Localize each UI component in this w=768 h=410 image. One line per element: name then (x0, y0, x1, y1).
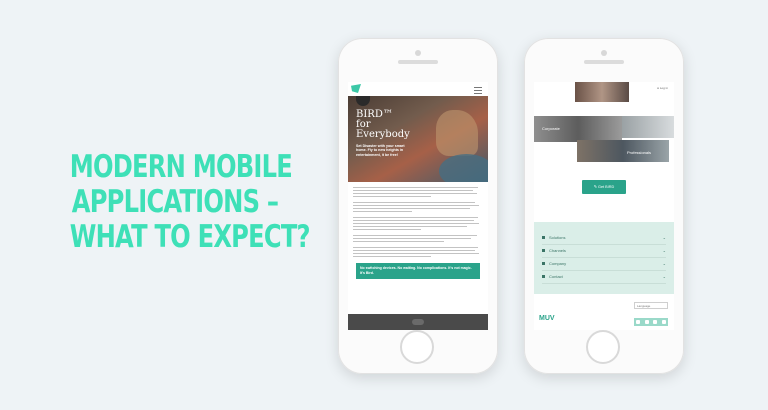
menu-item-contact[interactable]: Contact ⌄ (542, 271, 666, 284)
menu-label: Solutions (549, 235, 566, 240)
speaker-grille (398, 60, 438, 64)
collage-tile[interactable] (575, 82, 629, 102)
menu-bullet-icon (542, 262, 545, 265)
hamburger-menu-icon[interactable] (474, 87, 482, 94)
text-line (353, 229, 421, 230)
menu-bullet-icon (542, 249, 545, 252)
site-footer: Language MUV (534, 294, 674, 330)
text-line (353, 193, 477, 194)
camera-icon (415, 50, 421, 56)
text-line (353, 250, 476, 251)
article-body (348, 182, 488, 257)
get-bird-button[interactable]: ✎ Get BIRD (582, 180, 626, 194)
chevron-down-icon: ⌄ (662, 248, 666, 253)
headline-line-3: what to expect? (69, 219, 311, 255)
collage-tile[interactable] (622, 116, 674, 138)
language-input[interactable]: Language (634, 302, 668, 309)
logo-icon[interactable] (351, 84, 361, 93)
hero-title: BIRD™ for Everybody (356, 110, 426, 140)
account-label: Log in (659, 86, 668, 90)
twitter-icon[interactable] (644, 320, 649, 324)
text-line (353, 247, 478, 248)
hero-title-line-3: Everybody (356, 129, 410, 140)
text-line (353, 253, 480, 254)
chevron-down-icon: ⌄ (662, 235, 666, 240)
text-line (353, 202, 476, 203)
menu-item-channels[interactable]: Channels ⌄ (542, 245, 666, 258)
footer-menu: Solutions ⌄ Channels ⌄ Company ⌄ Contact… (534, 222, 674, 294)
headline: Modern mobile applications – what to exp… (69, 149, 311, 255)
text-line (353, 235, 477, 236)
site-footer-bar (348, 314, 488, 330)
menu-item-company[interactable]: Company ⌄ (542, 258, 666, 271)
lamp-image (356, 96, 370, 106)
linkedin-icon[interactable] (653, 320, 658, 324)
footer-logo (412, 319, 424, 325)
hero-photo-figure-2 (439, 154, 488, 182)
hero-photo-figure (436, 110, 478, 156)
text-line (353, 187, 478, 188)
social-links (634, 318, 668, 326)
menu-item-solutions[interactable]: Solutions ⌄ (542, 232, 666, 245)
brand-logo[interactable]: MUV (539, 315, 555, 322)
camera-icon (601, 50, 607, 56)
right-phone-mockup: ● Log in Corporate Professionals ✎ Get B… (524, 38, 684, 374)
menu-label: Channels (549, 248, 566, 253)
facebook-icon[interactable] (636, 320, 641, 324)
tile-label-professionals: Professionals (627, 150, 652, 155)
text-line (353, 196, 431, 197)
text-line (353, 226, 468, 227)
right-phone-screen: ● Log in Corporate Professionals ✎ Get B… (534, 82, 674, 330)
collage-tile-professionals[interactable]: Professionals (577, 140, 669, 162)
hero-subtitle: Set Disaster with your smart home. Fly t… (356, 144, 405, 157)
collage-tile-corporate[interactable]: Corporate (534, 116, 622, 142)
home-button[interactable] (400, 330, 434, 364)
text-line (353, 217, 478, 218)
text-line (353, 208, 470, 209)
image-collage: ● Log in Corporate Professionals (534, 82, 674, 162)
menu-label: Contact (549, 274, 563, 279)
get-bird-label: Get BIRD (598, 185, 615, 189)
home-button[interactable] (586, 330, 620, 364)
left-phone-mockup: BIRD™ for Everybody Set Disaster with yo… (338, 38, 498, 374)
hero-banner: BIRD™ for Everybody Set Disaster with yo… (348, 96, 488, 182)
headline-line-1: Modern mobile (69, 149, 293, 185)
tile-label-corporate: Corporate (542, 126, 560, 131)
account-link[interactable]: ● Log in (657, 86, 668, 90)
speaker-grille (584, 60, 624, 64)
menu-bullet-icon (542, 275, 545, 278)
text-line (353, 190, 473, 191)
chevron-down-icon: ⌄ (662, 274, 666, 279)
text-line (353, 205, 480, 206)
text-line (353, 223, 480, 224)
text-line (353, 241, 444, 242)
text-line (353, 256, 431, 257)
promo-banner: No switching devices. No waiting. No com… (356, 263, 480, 279)
left-phone-screen: BIRD™ for Everybody Set Disaster with yo… (348, 82, 488, 330)
menu-label: Company (549, 261, 567, 266)
headline-line-2: applications – (71, 184, 279, 220)
text-line (353, 238, 472, 239)
text-line (353, 220, 474, 221)
chevron-down-icon: ⌄ (662, 261, 666, 266)
instagram-icon[interactable] (661, 320, 666, 324)
text-line (353, 211, 412, 212)
menu-bullet-icon (542, 236, 545, 239)
site-header (348, 82, 488, 96)
